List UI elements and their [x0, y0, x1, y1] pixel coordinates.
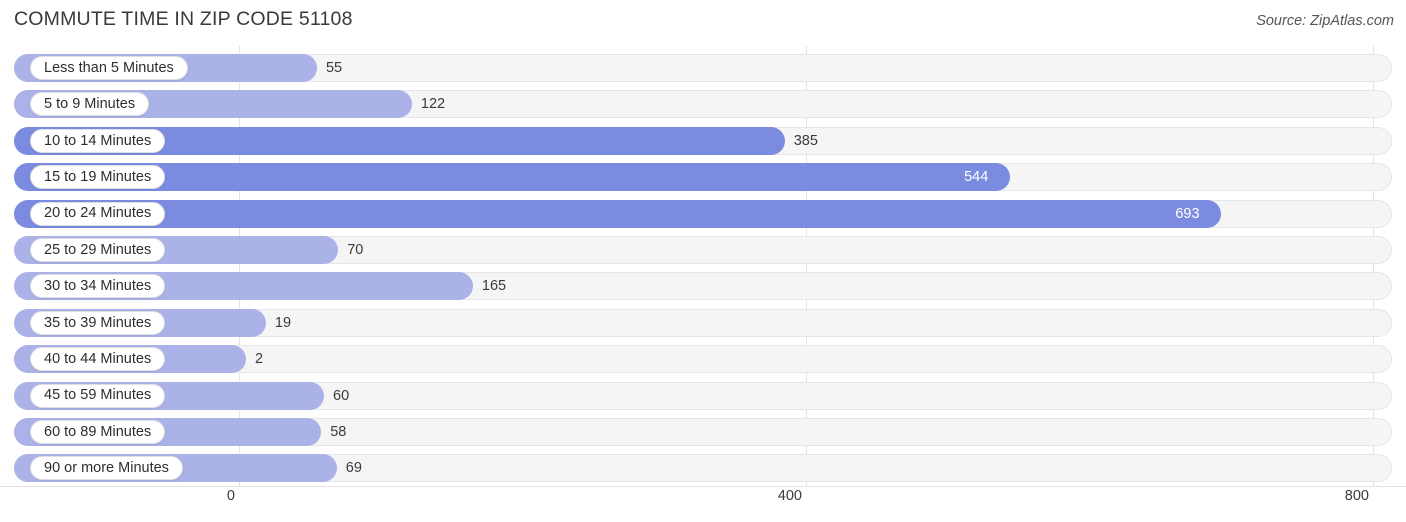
bar-value-label: 693 [1175, 205, 1200, 222]
bar-category-label: 40 to 44 Minutes [30, 347, 166, 372]
bar-row[interactable]: 45 to 59 Minutes 60 [14, 381, 1392, 410]
bar-value-label: 385 [793, 132, 818, 149]
bar-category-label-text: 90 or more Minutes [44, 460, 169, 477]
bar-category-label-text: 30 to 34 Minutes [44, 278, 152, 295]
bar-category-label: 90 or more Minutes [30, 456, 183, 481]
bar-row[interactable]: 35 to 39 Minutes 19 [14, 308, 1392, 337]
bar-category-label: Less than 5 Minutes [30, 56, 188, 80]
axis-tick-label: 800 [1344, 488, 1369, 504]
bar-value-label: 122 [420, 96, 446, 113]
bar-category-label: 25 to 29 Minutes [30, 238, 166, 262]
axis-tick-label: 0 [226, 488, 235, 504]
bar [14, 199, 1222, 228]
bar-category-label-text: 20 to 24 Minutes [44, 205, 152, 222]
bar-value-label: 544 [964, 169, 989, 186]
bar-rows: Less than 5 Minutes 55 5 to 9 Minutes 122 10… [0, 46, 1406, 486]
bar-category-label: 20 to 24 Minutes [30, 201, 166, 226]
axis-rule [0, 486, 1406, 487]
bar-category-label-text: 15 to 19 Minutes [44, 168, 152, 185]
bar-category-label-text: 60 to 89 Minutes [44, 423, 152, 440]
bar-row[interactable]: 40 to 44 Minutes 2 [14, 345, 1392, 374]
bar-category-label: 5 to 9 Minutes [30, 92, 150, 117]
bar-value-label: 69 [345, 460, 362, 477]
x-axis: 0 400 800 [0, 486, 1406, 522]
bar-row[interactable]: 30 to 34 Minutes 165 [14, 272, 1392, 301]
bar-category-label-text: 35 to 39 Minutes [44, 314, 152, 331]
bar-row[interactable]: 90 or more Minutes 69 [14, 454, 1392, 483]
bar-category-label-text: 25 to 29 Minutes [44, 241, 152, 258]
bar-value-label: 2 [255, 351, 264, 368]
bar-category-label-text: 10 to 14 Minutes [44, 132, 152, 149]
page-title: COMMUTE TIME IN ZIP CODE 51108 [14, 8, 353, 30]
bar-row[interactable]: 60 to 89 Minutes 58 [14, 418, 1392, 446]
bar-category-label-text: Less than 5 Minutes [44, 59, 174, 76]
source-attribution: Source: ZipAtlas.com [1256, 13, 1394, 29]
bar-row[interactable]: 5 to 9 Minutes 122 [14, 90, 1392, 119]
bar-category-label-text: 5 to 9 Minutes [44, 96, 136, 113]
bar-row[interactable]: 15 to 19 Minutes 544 [14, 163, 1392, 192]
bar-category-label: 15 to 19 Minutes [30, 165, 166, 190]
bar-category-label: 35 to 39 Minutes [30, 310, 166, 335]
bar-value-label: 165 [481, 278, 507, 295]
bar-row[interactable]: Less than 5 Minutes 55 [14, 54, 1392, 82]
bar-row[interactable]: 25 to 29 Minutes 70 [14, 236, 1392, 264]
bar-value-label: 58 [330, 424, 347, 440]
bar-value-label: 70 [347, 242, 364, 258]
bar-category-label-text: 40 to 44 Minutes [44, 350, 152, 367]
bar-category-label: 60 to 89 Minutes [30, 420, 166, 444]
bar-row[interactable]: 10 to 14 Minutes 385 [14, 126, 1392, 155]
bar-category-label: 45 to 59 Minutes [30, 383, 166, 408]
bar-category-label: 10 to 14 Minutes [30, 128, 166, 153]
bar-row[interactable]: 20 to 24 Minutes 693 [14, 199, 1392, 228]
chart-header: COMMUTE TIME IN ZIP CODE 51108 Source: Z… [0, 0, 1406, 46]
bar-category-label: 30 to 34 Minutes [30, 274, 166, 299]
axis-tick-label: 400 [777, 488, 802, 504]
chart-plot-area: Less than 5 Minutes 55 5 to 9 Minutes 122 10… [0, 46, 1406, 486]
bar-value-label: 55 [325, 60, 343, 76]
bar-value-label: 60 [333, 387, 350, 404]
bar-category-label-text: 45 to 59 Minutes [44, 387, 152, 404]
bar-value-label: 19 [274, 314, 292, 331]
